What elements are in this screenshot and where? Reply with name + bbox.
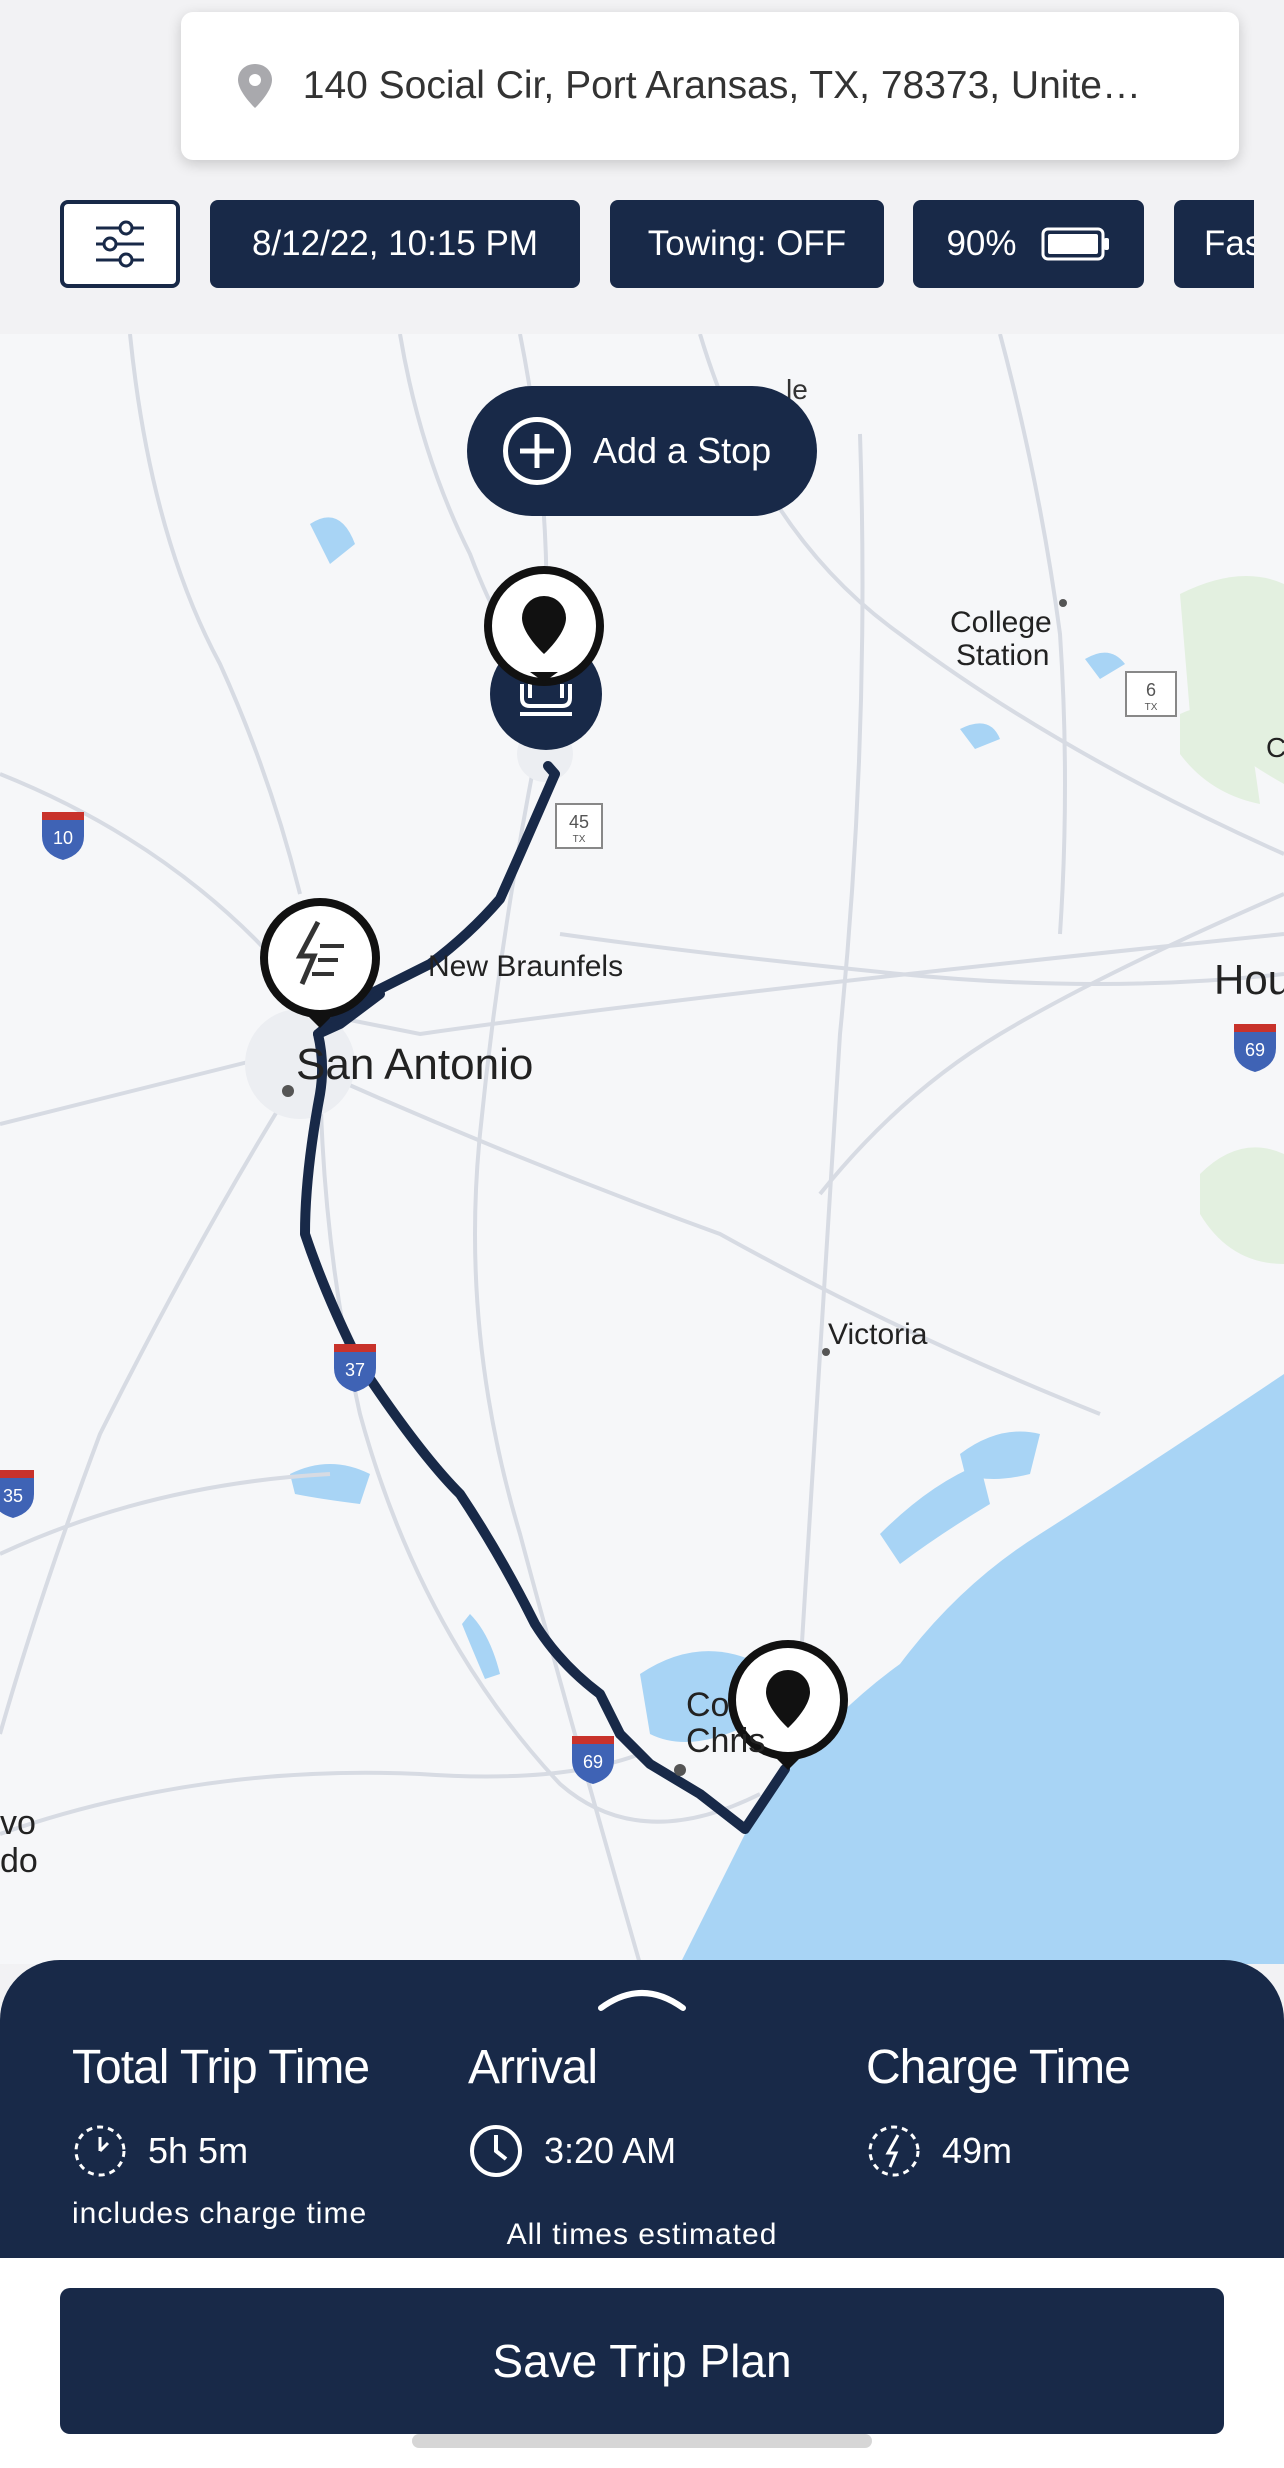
map-label-new-braunfels: New Braunfels: [428, 950, 624, 983]
clock-icon: [470, 2125, 522, 2177]
charge-time-label: Charge Time: [866, 2041, 1131, 2094]
departure-time-chip[interactable]: 8/12/22, 10:15 PM: [210, 200, 580, 288]
svg-text:TX: TX: [573, 834, 586, 845]
filter-button[interactable]: [60, 200, 180, 288]
sliders-icon: [96, 220, 144, 268]
svg-text:TX: TX: [1145, 702, 1158, 713]
interstate-69-shield: 69: [1234, 1024, 1276, 1072]
state-highway-6-shield: 6 TX: [1125, 671, 1177, 717]
timer-icon: [74, 2125, 126, 2177]
map-label-edge-c: C: [1266, 732, 1284, 763]
map-canvas: 10 37 35 69 69 45 TX 6 TX: [0, 334, 1284, 1964]
route-map[interactable]: 10 37 35 69 69 45 TX 6 TX le College Sta…: [0, 334, 1284, 1964]
destination-address: 140 Social Cir, Port Aransas, TX, 78373,…: [302, 64, 1141, 107]
map-label-victoria: Victoria: [828, 1318, 928, 1351]
bottom-bar: Save Trip Plan: [0, 2258, 1284, 2468]
battery-icon: [1041, 227, 1109, 261]
save-trip-plan-button[interactable]: Save Trip Plan: [60, 2288, 1224, 2434]
svg-text:35: 35: [3, 1486, 23, 1506]
towing-chip[interactable]: Towing: OFF: [610, 200, 884, 288]
add-stop-label: Add a Stop: [593, 430, 772, 471]
svg-text:69: 69: [583, 1752, 603, 1772]
svg-text:10: 10: [53, 828, 73, 848]
fast-charge-label: Fas: [1204, 224, 1254, 263]
trip-options-chips: 8/12/22, 10:15 PM Towing: OFF 90% Fas: [60, 200, 1254, 292]
save-trip-plan-label: Save Trip Plan: [492, 2335, 792, 2387]
map-label-san-antonio: San Antonio: [296, 1040, 534, 1089]
state-highway-45-shield: 45 TX: [555, 803, 603, 849]
departure-time-label: 8/12/22, 10:15 PM: [251, 224, 539, 263]
add-stop-button[interactable]: Add a Stop: [467, 386, 817, 516]
map-label-laredo-1: vo: [0, 1804, 36, 1842]
svg-text:69: 69: [1245, 1040, 1265, 1060]
charge-time-value: 49m: [942, 2130, 1013, 2171]
map-label-corpus-2: Chris: [686, 1722, 766, 1760]
plus-icon: [503, 417, 571, 485]
chevron-up-icon[interactable]: [597, 1982, 687, 2012]
battery-level: 90%: [946, 224, 1017, 263]
fast-charge-chip[interactable]: Fas: [1174, 200, 1254, 288]
location-pin-icon: [225, 62, 285, 110]
origin-pin-icon: [484, 566, 604, 686]
arrival-value: 3:20 AM: [544, 2130, 677, 2171]
map-label-corpus-1: Co: [686, 1686, 730, 1724]
interstate-69-shield: 69: [572, 1736, 614, 1784]
arrival-label: Arrival: [468, 2041, 598, 2094]
total-trip-time: Total Trip Time 5h 5m includes charge ti…: [72, 2040, 370, 2231]
map-label-laredo-2: do: [0, 1842, 38, 1880]
map-label-college-station-2: Station: [956, 639, 1050, 672]
top-bar: 140 Social Cir, Port Aransas, TX, 78373,…: [0, 0, 1284, 334]
svg-text:6: 6: [1146, 680, 1156, 700]
interstate-35-shield: 35: [0, 1470, 34, 1518]
home-indicator[interactable]: [412, 2434, 872, 2448]
towing-label: Towing: OFF: [647, 224, 847, 263]
arrival: Arrival 3:20 AM: [468, 2040, 676, 2179]
estimated-note: All times estimated: [506, 2218, 778, 2251]
trip-summary-sheet[interactable]: Total Trip Time 5h 5m includes charge ti…: [0, 1960, 1284, 2260]
svg-text:45: 45: [569, 812, 589, 832]
interstate-10-shield: 10: [42, 812, 84, 860]
total-trip-time-label: Total Trip Time: [72, 2041, 370, 2094]
battery-chip[interactable]: 90%: [913, 200, 1144, 288]
total-trip-time-value: 5h 5m: [148, 2130, 249, 2171]
charge-timer-icon: [868, 2125, 920, 2177]
destination-search-field[interactable]: 140 Social Cir, Port Aransas, TX, 78373,…: [181, 12, 1239, 160]
svg-text:37: 37: [345, 1360, 365, 1380]
charge-time: Charge Time 49m: [866, 2040, 1131, 2179]
map-label-college-station-1: College: [950, 606, 1052, 639]
map-label-houston-partial: Hou: [1214, 956, 1284, 1003]
